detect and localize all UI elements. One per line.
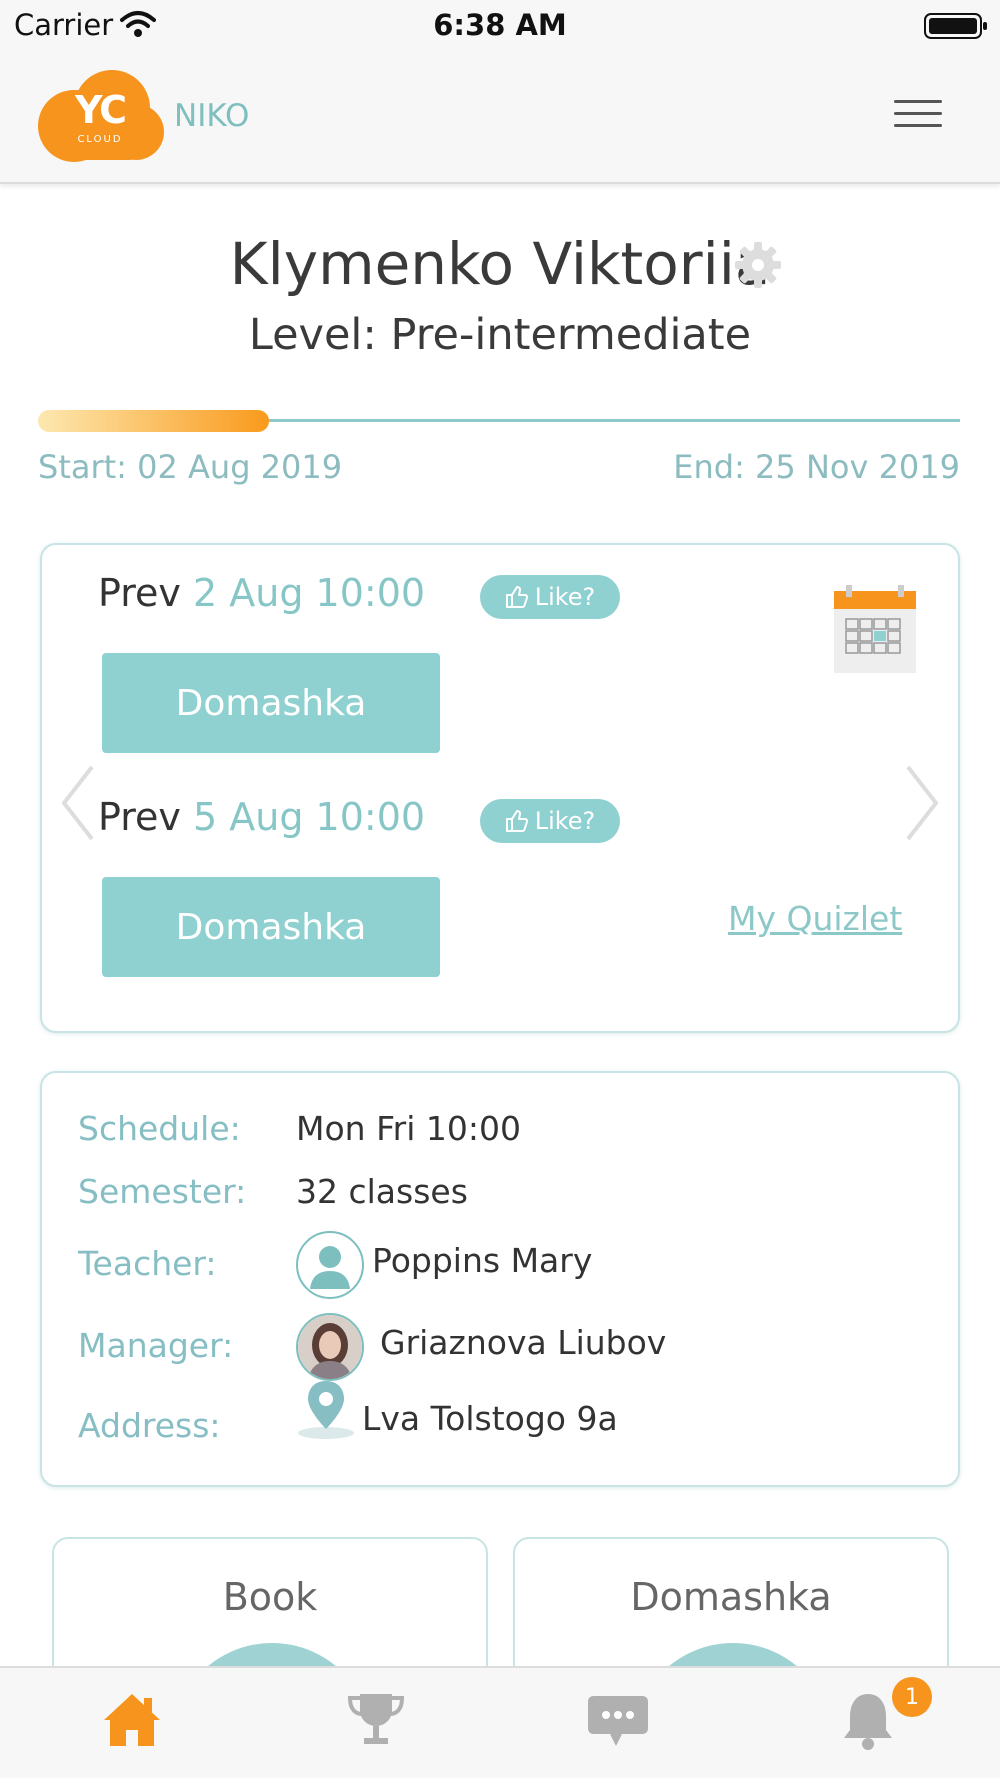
course-info-card: Schedule: Mon Fri 10:00 Semester: 32 cla… (40, 1071, 960, 1487)
notification-badge: 1 (892, 1677, 932, 1717)
location-pin-icon[interactable] (294, 1377, 358, 1441)
thumbs-up-icon (505, 810, 528, 832)
teacher-avatar[interactable] (296, 1231, 364, 1299)
like-button[interactable]: Like? (480, 799, 620, 843)
manager-avatar[interactable] (296, 1313, 364, 1381)
app-header: YC CLOUD NIKO (0, 52, 1000, 184)
trophy-icon[interactable] (344, 1688, 408, 1752)
gear-icon[interactable] (733, 240, 783, 290)
course-start-date: Start: 02 Aug 2019 (38, 448, 343, 486)
profile-name-row: Klymenko Viktoriia (0, 230, 1000, 298)
schedule-value: Mon Fri 10:00 (296, 1109, 521, 1148)
logo[interactable]: YC CLOUD (36, 66, 164, 168)
manager-name: Griaznova Liubov (380, 1323, 667, 1362)
manager-photo (298, 1315, 362, 1379)
address-value: Lva Tolstogo 9a (362, 1399, 618, 1438)
battery-icon (924, 13, 987, 39)
user-placeholder-icon (310, 1246, 350, 1289)
domashka-button[interactable]: Domashka (102, 653, 440, 753)
chat-icon[interactable] (586, 1688, 650, 1752)
schedule-label: Schedule: (78, 1109, 241, 1148)
my-quizlet-link[interactable]: My Quizlet (728, 899, 902, 938)
home-icon[interactable] (100, 1688, 164, 1752)
lesson-prefix: Prev (98, 795, 181, 839)
hamburger-menu-icon[interactable] (894, 100, 942, 132)
lesson-date: 2 Aug 10:00 (193, 571, 426, 615)
logo-subtext: CLOUD (77, 134, 123, 145)
course-progress-fill (38, 410, 269, 432)
chevron-left-icon[interactable] (58, 763, 98, 843)
like-label: Like? (534, 583, 596, 611)
like-label: Like? (534, 807, 596, 835)
calendar-icon[interactable] (832, 585, 918, 675)
lesson-header: Prev 5 Aug 10:00 (98, 795, 425, 839)
bell-icon[interactable] (836, 1688, 900, 1752)
student-name: Klymenko Viktoriia (229, 230, 771, 298)
clock: 6:38 AM (433, 8, 567, 42)
book-tile-title: Book (222, 1575, 318, 1619)
lesson-prefix: Prev (98, 571, 181, 615)
teacher-label: Teacher: (78, 1244, 217, 1283)
lesson-header: Prev 2 Aug 10:00 (98, 571, 425, 615)
tab-bar (0, 1666, 1000, 1778)
org-name: NIKO (174, 98, 250, 134)
course-end-date: End: 25 Nov 2019 (673, 448, 960, 486)
thumbs-up-icon (505, 586, 528, 608)
status-bar: Carrier 6:38 AM (0, 0, 1000, 52)
lesson-date: 5 Aug 10:00 (193, 795, 426, 839)
lessons-card: Prev 2 Aug 10:00 Like? Domashka Prev 5 A… (40, 543, 960, 1033)
student-level: Level: Pre-intermediate (248, 310, 752, 360)
domashka-tile-title: Domashka (630, 1575, 832, 1619)
domashka-button[interactable]: Domashka (102, 877, 440, 977)
manager-label: Manager: (78, 1326, 234, 1365)
semester-value: 32 classes (296, 1172, 468, 1211)
logo-text: YC (74, 88, 127, 132)
semester-label: Semester: (78, 1172, 247, 1211)
like-button[interactable]: Like? (480, 575, 620, 619)
teacher-name: Poppins Mary (372, 1241, 593, 1280)
address-label: Address: (78, 1406, 221, 1445)
chevron-right-icon[interactable] (902, 763, 942, 843)
